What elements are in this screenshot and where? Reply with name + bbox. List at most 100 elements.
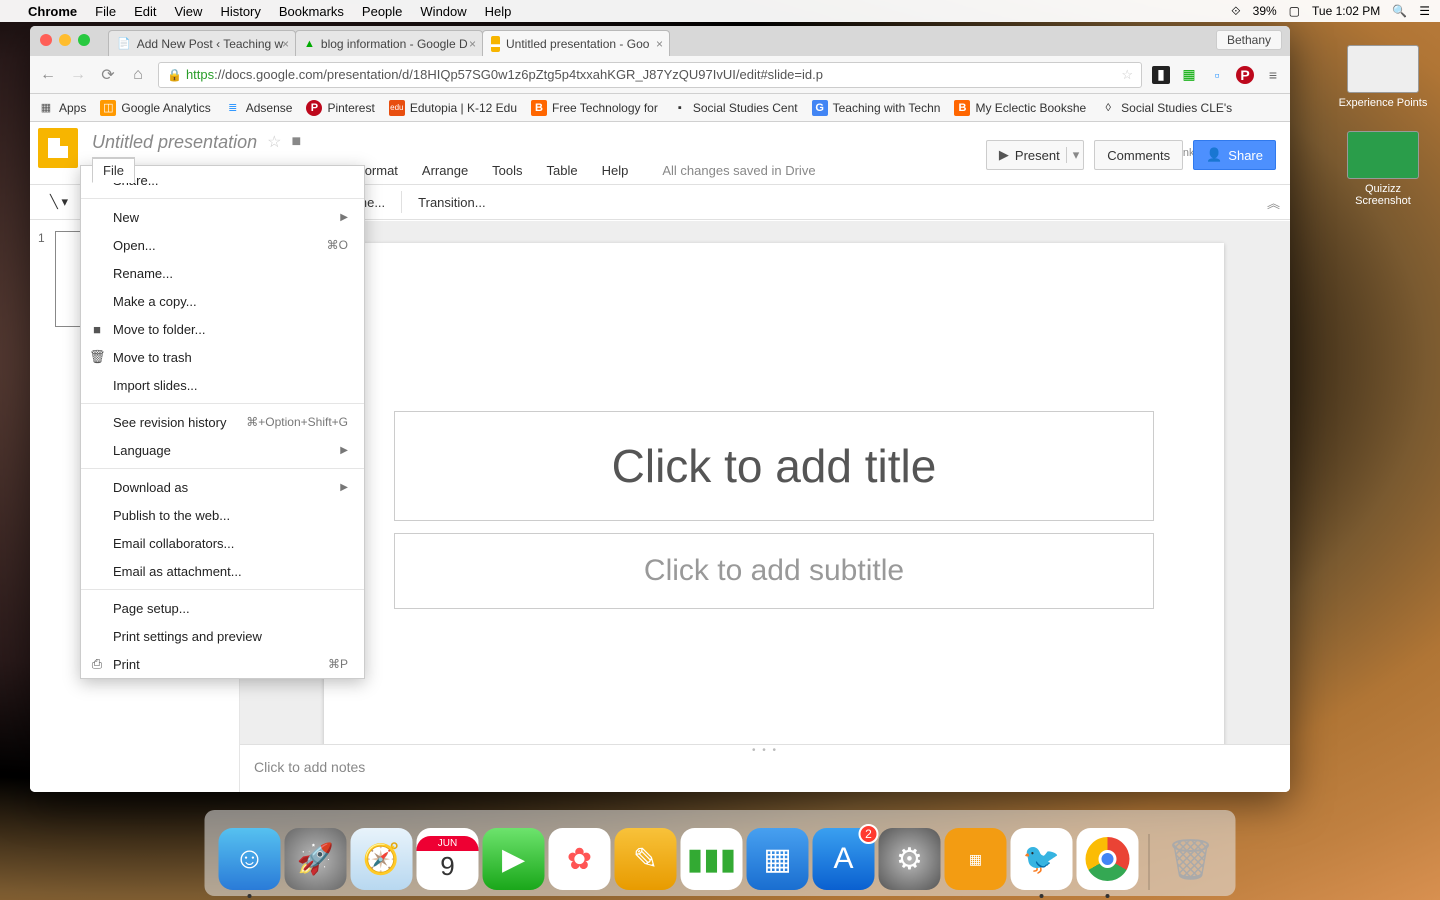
menu-tools[interactable]: Tools [482,159,532,182]
mac-app-name[interactable]: Chrome [28,4,77,19]
pinterest-extension-icon[interactable]: P [1236,66,1254,84]
bookmark-item[interactable]: BFree Technology for [531,100,658,116]
menu-item-email-attachment[interactable]: Email as attachment... [81,557,364,585]
menu-item-open[interactable]: Open...⌘O [81,231,364,259]
mac-menu-history[interactable]: History [220,4,260,19]
dock-app-pages[interactable]: ✎ [615,828,677,890]
dropbox-icon[interactable]: ⟐ [1231,4,1240,19]
dock-app-appstore[interactable]: A2 [813,828,875,890]
mac-menu-view[interactable]: View [174,4,202,19]
browser-tab[interactable]: ▲ blog information - Google D × [295,30,483,56]
mac-menu-window[interactable]: Window [420,4,466,19]
menu-item-make-copy[interactable]: Make a copy... [81,287,364,315]
line-tool-icon[interactable]: ╲ ▾ [40,189,78,215]
extension-icon[interactable]: ▮ [1152,66,1170,84]
desktop-file-quizizz[interactable]: Quizizz Screenshot [1338,131,1428,207]
slide[interactable]: Click to add title Click to add subtitle [324,243,1224,763]
bookmark-star-icon[interactable]: ☆ [1121,67,1133,83]
browser-tab-active[interactable]: ▬ Untitled presentation - Goo × [482,30,670,56]
comments-button[interactable]: Comments [1094,140,1183,170]
dock-app-chrome[interactable] [1077,828,1139,890]
present-button[interactable]: ▶Present▾ [986,140,1084,170]
dock-trash[interactable]: 🗑 [1160,828,1222,890]
menu-item-publish-web[interactable]: Publish to the web... [81,501,364,529]
collapse-toolbar-icon[interactable]: ︽ [1267,193,1280,212]
bookmark-item[interactable]: ≣Adsense [225,100,293,116]
menu-item-download-as[interactable]: Download as▶ [81,473,364,501]
dock-app-numbers[interactable]: ▮▮▮ [681,828,743,890]
back-icon[interactable]: ← [38,66,58,84]
menu-item-new[interactable]: New▶ [81,203,364,231]
menu-arrange[interactable]: Arrange [412,159,478,182]
notification-center-icon[interactable]: ☰ [1419,4,1430,18]
title-placeholder[interactable]: Click to add title [394,411,1154,521]
dock-app-calendar[interactable]: JUN 9 [417,828,479,890]
bookmark-item[interactable]: GTeaching with Techn [812,100,941,116]
menu-item-page-setup[interactable]: Page setup... [81,594,364,622]
menu-item-move-to-trash[interactable]: 🗑Move to trash [81,343,364,371]
tab-close-icon[interactable]: × [469,37,476,51]
mac-menu-people[interactable]: People [362,4,402,19]
desktop-file-experience-points[interactable]: Experience Points [1338,45,1428,109]
forward-icon[interactable]: → [68,66,88,84]
menu-file[interactable]: File [92,158,135,183]
reload-icon[interactable]: ⟳ [98,65,118,85]
bookmark-item[interactable]: eduEdutopia | K-12 Edu [389,100,517,116]
share-button[interactable]: 👤Share [1193,140,1276,170]
clock[interactable]: Tue 1:02 PM [1312,4,1380,18]
bookmark-item[interactable]: ◫Google Analytics [100,100,210,116]
maximize-window-icon[interactable] [78,34,90,46]
dock-app-twitter[interactable]: 🐦 [1011,828,1073,890]
subtitle-placeholder[interactable]: Click to add subtitle [394,533,1154,609]
close-window-icon[interactable] [40,34,52,46]
menu-item-print[interactable]: ⎙Print⌘P [81,650,364,678]
menu-item-revision-history[interactable]: See revision history⌘+Option+Shift+G [81,408,364,436]
address-bar[interactable]: 🔒 https://docs.google.com/presentation/d… [158,62,1142,88]
menu-item-print-settings[interactable]: Print settings and preview [81,622,364,650]
transition-button[interactable]: Transition... [408,190,495,215]
bookmark-item[interactable]: ◊Social Studies CLE's [1100,100,1232,116]
menu-table[interactable]: Table [537,159,588,182]
bookmark-apps[interactable]: ▦Apps [38,100,86,116]
minimize-window-icon[interactable] [59,34,71,46]
present-dropdown-icon[interactable]: ▾ [1066,147,1080,163]
extension-icon[interactable]: ▦ [1180,66,1198,84]
bookmark-item[interactable]: ▪Social Studies Cent [672,100,798,116]
chrome-user-button[interactable]: Bethany [1216,30,1282,50]
dock-app-settings[interactable]: ⚙ [879,828,941,890]
menu-item-rename[interactable]: Rename... [81,259,364,287]
menu-item-move-to-folder[interactable]: ■Move to folder... [81,315,364,343]
slide-canvas[interactable]: Click to add title Click to add subtitle [240,221,1290,792]
menu-item-email-collaborators[interactable]: Email collaborators... [81,529,364,557]
extension-icon[interactable]: ▫ [1208,66,1226,84]
slides-logo-icon[interactable] [38,128,78,168]
menu-help[interactable]: Help [592,159,639,182]
mac-menu-file[interactable]: File [95,4,116,19]
folder-icon[interactable]: ■ [291,133,301,151]
dock-app-calculator[interactable]: ▦ [945,828,1007,890]
dock-app-finder[interactable]: ☺ [219,828,281,890]
dock-app-launchpad[interactable]: 🚀 [285,828,347,890]
menu-item-language[interactable]: Language▶ [81,436,364,464]
home-icon[interactable]: ⌂ [128,66,148,84]
dock-app-safari[interactable]: 🧭 [351,828,413,890]
battery-icon[interactable]: ▢ [1289,4,1300,18]
document-title[interactable]: Untitled presentation [92,132,257,153]
mac-menu-help[interactable]: Help [485,4,512,19]
spotlight-icon[interactable]: 🔍 [1392,4,1407,18]
bookmark-item[interactable]: BMy Eclectic Bookshe [954,100,1086,116]
speaker-notes[interactable]: • • • Click to add notes [240,744,1290,792]
dock-app-photos[interactable]: ✿ [549,828,611,890]
tab-close-icon[interactable]: × [282,37,289,51]
mac-menu-bookmarks[interactable]: Bookmarks [279,4,344,19]
dock-app-facetime[interactable]: ▶ [483,828,545,890]
mac-menu-edit[interactable]: Edit [134,4,156,19]
dock-app-keynote[interactable]: ▦ [747,828,809,890]
chrome-menu-icon[interactable]: ≡ [1264,66,1282,84]
star-icon[interactable]: ☆ [267,132,281,152]
menu-item-import-slides[interactable]: Import slides... [81,371,364,399]
tab-close-icon[interactable]: × [656,37,663,51]
notes-placeholder[interactable]: Click to add notes [240,755,1290,779]
notes-resize-handle[interactable]: • • • [240,745,1290,755]
browser-tab[interactable]: 📄 Add New Post ‹ Teaching w × [108,30,296,56]
